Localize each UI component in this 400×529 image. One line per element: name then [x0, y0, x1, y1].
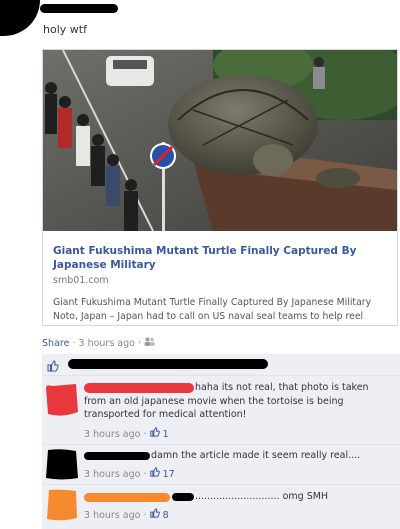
comment-text: ............................ omg SMH	[195, 491, 329, 502]
meta-separator: ·	[143, 429, 147, 440]
comment-text: damn the article made it seem really rea…	[151, 450, 361, 461]
shared-link-card[interactable]: Giant Fukushima Mutant Turtle Finally Ca…	[42, 49, 398, 326]
commenter-avatar[interactable]	[46, 384, 78, 416]
commenter-name-redacted[interactable]	[172, 493, 194, 501]
link-title[interactable]: Giant Fukushima Mutant Turtle Finally Ca…	[53, 244, 383, 272]
meta-separator: ·	[138, 338, 142, 349]
commenter-avatar[interactable]	[46, 448, 78, 480]
like-count: 8	[162, 510, 169, 521]
comment-like-count[interactable]: 1	[149, 427, 169, 440]
comment-meta: 3 hours ago · 1	[84, 427, 169, 440]
like-count: 17	[162, 469, 175, 480]
comment-time[interactable]: 3 hours ago	[84, 510, 140, 521]
share-link[interactable]: Share	[42, 338, 69, 349]
people-icon	[144, 337, 155, 349]
comment-meta: 3 hours ago · 8	[84, 508, 169, 521]
comment-time[interactable]: 3 hours ago	[84, 469, 140, 480]
meta-separator: ·	[143, 469, 147, 480]
commenter-name-redacted[interactable]	[84, 383, 194, 393]
comment-meta: 3 hours ago · 17	[84, 467, 175, 480]
thumbs-up-icon	[149, 467, 163, 480]
comment-like-count[interactable]: 8	[149, 508, 169, 521]
comment-like-count[interactable]: 17	[149, 467, 175, 480]
thumbs-up-icon	[47, 360, 59, 372]
commenter-avatar[interactable]	[46, 489, 78, 521]
post-text: holy wtf	[43, 23, 87, 36]
author-name-redacted[interactable]	[40, 4, 118, 13]
meta-separator: ·	[143, 510, 147, 521]
author-avatar-redacted[interactable]	[0, 0, 40, 36]
likers-redacted[interactable]	[68, 359, 268, 369]
post-time[interactable]: 3 hours ago	[79, 338, 135, 349]
thumbs-up-icon	[149, 427, 163, 440]
like-count: 1	[162, 429, 169, 440]
divider	[42, 484, 400, 485]
divider	[42, 375, 400, 376]
post-meta: Share · 3 hours ago ·	[42, 337, 155, 349]
comment-time[interactable]: 3 hours ago	[84, 429, 140, 440]
comment-text: from an old japanese movie when the tort…	[84, 396, 344, 420]
commenter-name-redacted[interactable]	[84, 493, 170, 502]
link-photo[interactable]	[43, 50, 397, 231]
commenter-name-redacted[interactable]	[84, 452, 150, 460]
divider	[42, 444, 400, 445]
link-domain: smb01.com	[53, 275, 109, 286]
comment-text: haha its not real, that photo is taken	[195, 382, 369, 393]
meta-separator: ·	[72, 338, 76, 349]
link-description: Giant Fukushima Mutant Turtle Finally Ca…	[53, 297, 372, 322]
thumbs-up-icon	[149, 508, 163, 521]
turtle-photo-image	[43, 50, 397, 231]
